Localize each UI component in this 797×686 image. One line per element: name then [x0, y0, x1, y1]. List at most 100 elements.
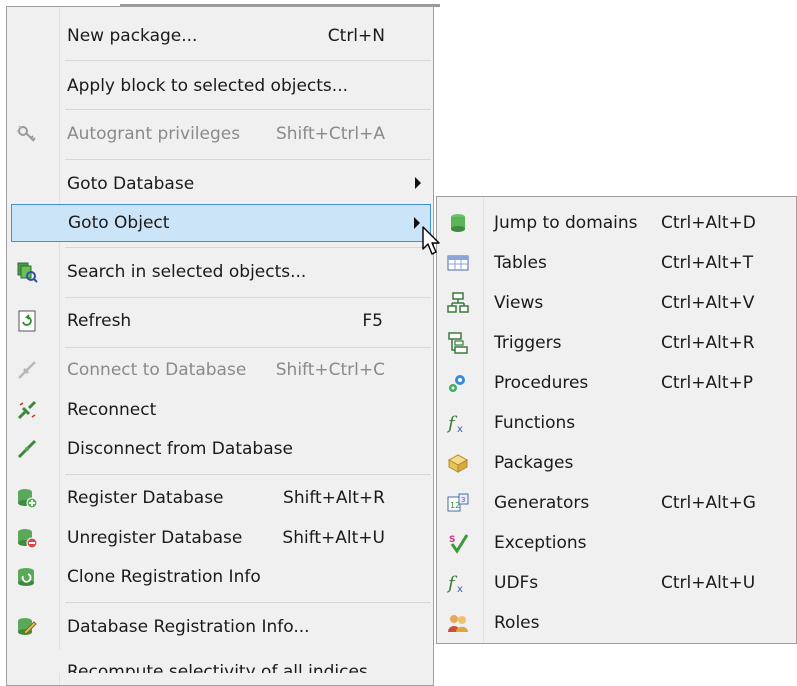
submenu-item-shortcut: Ctrl+Alt+R: [661, 333, 755, 353]
submenu-item-generators[interactable]: 12 3 Generators Ctrl+Alt+G: [439, 483, 795, 523]
menu-item-label: Apply block to selected objects...: [67, 76, 348, 96]
menu-item-goto-object[interactable]: Goto Object: [11, 204, 431, 242]
submenu-arrow-icon: [415, 177, 421, 189]
svg-text:x: x: [457, 584, 463, 594]
menu-item-unregister-database[interactable]: Unregister Database Shift+Alt+U: [9, 519, 431, 557]
menu-item-shortcut: Shift+Ctrl+A: [275, 124, 385, 144]
menu-item-search-selected[interactable]: Search in selected objects...: [9, 253, 431, 291]
menu-item-label: Disconnect from Database: [67, 439, 293, 459]
menu-item-disconnect-database[interactable]: Disconnect from Database: [9, 430, 431, 468]
submenu-item-shortcut: Ctrl+Alt+V: [661, 293, 755, 313]
triggers-icon: [447, 332, 469, 354]
submenu-item-shortcut: Ctrl+Alt+U: [661, 573, 756, 593]
submenu-item-tables[interactable]: Tables Ctrl+Alt+T: [439, 243, 795, 283]
menu-item-label: Recompute selectivity of all indices: [67, 662, 368, 673]
key-icon: [16, 123, 38, 145]
menu-item-label: Unregister Database: [67, 528, 243, 548]
menu-separator: [65, 474, 431, 475]
menu-item-label: New package...: [67, 26, 198, 46]
context-menu: New package... Ctrl+N Apply block to sel…: [6, 6, 434, 686]
menu-item-refresh[interactable]: Refresh F5: [9, 302, 431, 340]
functions-icon: fx: [446, 412, 469, 435]
menu-item-goto-database[interactable]: Goto Database: [9, 165, 431, 203]
menu-item-label: Connect to Database: [67, 360, 247, 380]
submenu-item-shortcut: Ctrl+Alt+G: [661, 493, 756, 513]
svg-text:3: 3: [461, 496, 465, 504]
submenu-item-packages[interactable]: Packages: [439, 443, 795, 483]
register-db-icon: [16, 487, 38, 509]
menu-item-autogrant-privileges[interactable]: Autogrant privileges Shift+Ctrl+A: [9, 115, 431, 153]
menu-item-connect-database[interactable]: Connect to Database Shift+Ctrl+C: [9, 351, 431, 389]
menu-separator: [65, 602, 431, 603]
svg-text:S: S: [449, 535, 455, 545]
goto-object-submenu: Jump to domains Ctrl+Alt+D Tables Ctrl+A…: [436, 196, 797, 644]
submenu-item-domains[interactable]: Jump to domains Ctrl+Alt+D: [439, 203, 795, 243]
reconnect-icon: [16, 399, 38, 421]
submenu-item-functions[interactable]: fx Functions: [439, 403, 795, 443]
menu-item-shortcut: Shift+Alt+R: [283, 488, 385, 508]
submenu-item-label: Tables: [494, 253, 547, 273]
menu-item-reconnect[interactable]: Reconnect: [9, 391, 431, 429]
menu-item-label: Search in selected objects...: [67, 262, 307, 282]
procedures-icon: [447, 372, 469, 394]
refresh-icon: [16, 310, 38, 332]
submenu-item-procedures[interactable]: Procedures Ctrl+Alt+P: [439, 363, 795, 403]
submenu-item-label: Functions: [494, 413, 576, 433]
menu-item-label: Database Registration Info...: [67, 617, 310, 637]
menu-item-apply-block[interactable]: Apply block to selected objects...: [9, 67, 431, 105]
menu-item-label: Clone Registration Info: [67, 567, 261, 587]
menu-item-shortcut: Shift+Ctrl+C: [275, 360, 385, 380]
tables-icon: [447, 252, 469, 274]
submenu-item-exceptions[interactable]: S Exceptions: [439, 523, 795, 563]
menu-item-label: Reconnect: [67, 400, 157, 420]
connect-icon: [16, 359, 38, 381]
submenu-item-label: Triggers: [494, 333, 562, 353]
menu-item-recompute-selectivity[interactable]: Recompute selectivity of all indices: [6, 650, 434, 673]
menu-item-label: Goto Object: [68, 213, 170, 233]
svg-text:x: x: [457, 424, 463, 434]
menu-separator: [65, 297, 431, 298]
db-info-icon: [16, 616, 38, 638]
unregister-db-icon: [16, 527, 38, 549]
views-icon: [447, 292, 469, 314]
submenu-item-label: Packages: [494, 453, 574, 473]
packages-icon: [447, 452, 469, 474]
clone-db-icon: [16, 566, 38, 588]
submenu-item-label: Procedures: [494, 373, 589, 393]
mouse-cursor-icon: [422, 226, 440, 255]
submenu-arrow-icon: [414, 217, 420, 229]
domains-icon: [447, 212, 469, 234]
submenu-item-label: UDFs: [494, 573, 539, 593]
menu-item-shortcut: F5: [362, 311, 383, 331]
submenu-item-views[interactable]: Views Ctrl+Alt+V: [439, 283, 795, 323]
menu-item-label: Goto Database: [67, 174, 195, 194]
submenu-item-label: Views: [494, 293, 544, 313]
submenu-item-label: Jump to domains: [494, 213, 638, 233]
menu-separator: [65, 159, 431, 160]
submenu-item-roles[interactable]: Roles: [439, 603, 795, 643]
menu-item-shortcut: Shift+Alt+U: [282, 528, 385, 548]
submenu-item-udfs[interactable]: fx UDFs Ctrl+Alt+U: [439, 563, 795, 603]
exceptions-icon: S: [447, 532, 469, 554]
menu-item-db-registration-info[interactable]: Database Registration Info...: [9, 608, 431, 646]
menu-item-label: Autogrant privileges: [67, 124, 241, 144]
menu-item-label: Refresh: [67, 311, 132, 331]
search-objects-icon: [16, 261, 38, 283]
submenu-item-label: Exceptions: [494, 533, 587, 553]
menu-item-register-database[interactable]: Register Database Shift+Alt+R: [9, 479, 431, 517]
menu-separator: [65, 109, 431, 110]
submenu-item-triggers[interactable]: Triggers Ctrl+Alt+R: [439, 323, 795, 363]
disconnect-icon: [16, 438, 38, 460]
menu-separator: [65, 60, 431, 61]
submenu-item-label: Roles: [494, 613, 540, 633]
submenu-item-label: Generators: [494, 493, 590, 513]
menu-item-clone-registration[interactable]: Clone Registration Info: [9, 558, 431, 596]
submenu-item-shortcut: Ctrl+Alt+P: [661, 373, 754, 393]
menu-separator: [65, 247, 431, 248]
menu-item-new-package[interactable]: New package... Ctrl+N: [9, 17, 431, 55]
menu-item-label: Register Database: [67, 488, 224, 508]
menu-separator: [65, 347, 431, 348]
submenu-item-shortcut: Ctrl+Alt+T: [661, 253, 754, 273]
udfs-icon: fx: [446, 572, 469, 595]
generators-icon: 12 3: [447, 492, 469, 514]
